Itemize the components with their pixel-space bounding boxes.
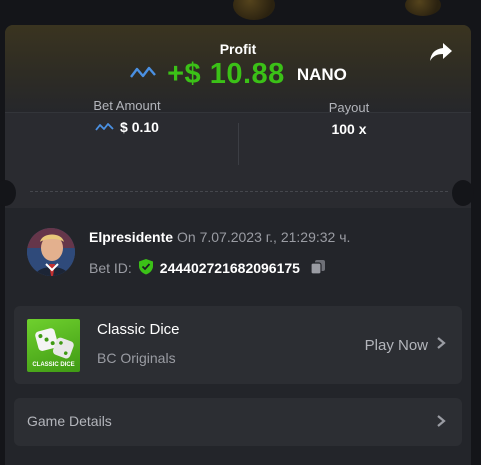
payout-value-row: 100 x (234, 121, 464, 137)
play-now-label: Play Now (364, 336, 428, 354)
username[interactable]: Elpresidente (89, 229, 173, 245)
user-line: Elpresidente On 7.07.2023 г., 21:29:32 ч. (89, 229, 350, 245)
game-title: Classic Dice (97, 321, 180, 338)
dashed-separator (30, 191, 448, 192)
bet-amount-row: $ 0.10 (12, 119, 242, 135)
background-coin (233, 0, 275, 20)
game-thumbnail-text: CLASSIC DICE (32, 362, 75, 368)
payout-value: 100 x (331, 121, 367, 137)
bet-id-value: 244402721682096175 (159, 260, 300, 276)
payout-label: Payout (328, 100, 370, 115)
chevron-right-icon (436, 414, 446, 433)
profit-value: +$ 10.88 (167, 58, 285, 90)
profit-currency: NANO (296, 64, 347, 84)
avatar[interactable] (27, 228, 75, 276)
share-icon (429, 41, 453, 68)
share-button[interactable] (427, 41, 455, 67)
bet-id-label: Bet ID: (89, 260, 132, 276)
payout-block: Payout 100 x (234, 98, 464, 137)
game-provider: BC Originals (97, 350, 176, 366)
game-card[interactable]: CLASSIC DICE Classic Dice BC Originals P… (14, 306, 462, 384)
ticket-notch-right (452, 180, 474, 206)
game-details-row[interactable]: Game Details (14, 398, 462, 446)
background-coin (405, 0, 441, 16)
bet-amount-block: Bet Amount $ 0.10 (12, 98, 242, 135)
copy-icon[interactable] (310, 259, 326, 278)
game-thumbnail: CLASSIC DICE (27, 319, 80, 372)
nano-coin-icon (129, 65, 159, 84)
bet-id-row: Bet ID: 244402721682096175 (89, 258, 326, 278)
play-now-button[interactable]: Play Now (365, 336, 446, 354)
verified-shield-icon (138, 258, 154, 278)
profit-row: +$ 10.88 NANO (5, 58, 471, 91)
game-details-label: Game Details (27, 413, 112, 429)
nano-coin-icon (95, 119, 115, 135)
chevron-right-icon (436, 336, 446, 354)
profit-label: Profit (219, 41, 257, 57)
bet-timestamp: On 7.07.2023 г., 21:29:32 ч. (177, 229, 351, 245)
bet-amount-label: Bet Amount (93, 98, 161, 113)
bet-amount-value: $ 0.10 (120, 119, 159, 135)
